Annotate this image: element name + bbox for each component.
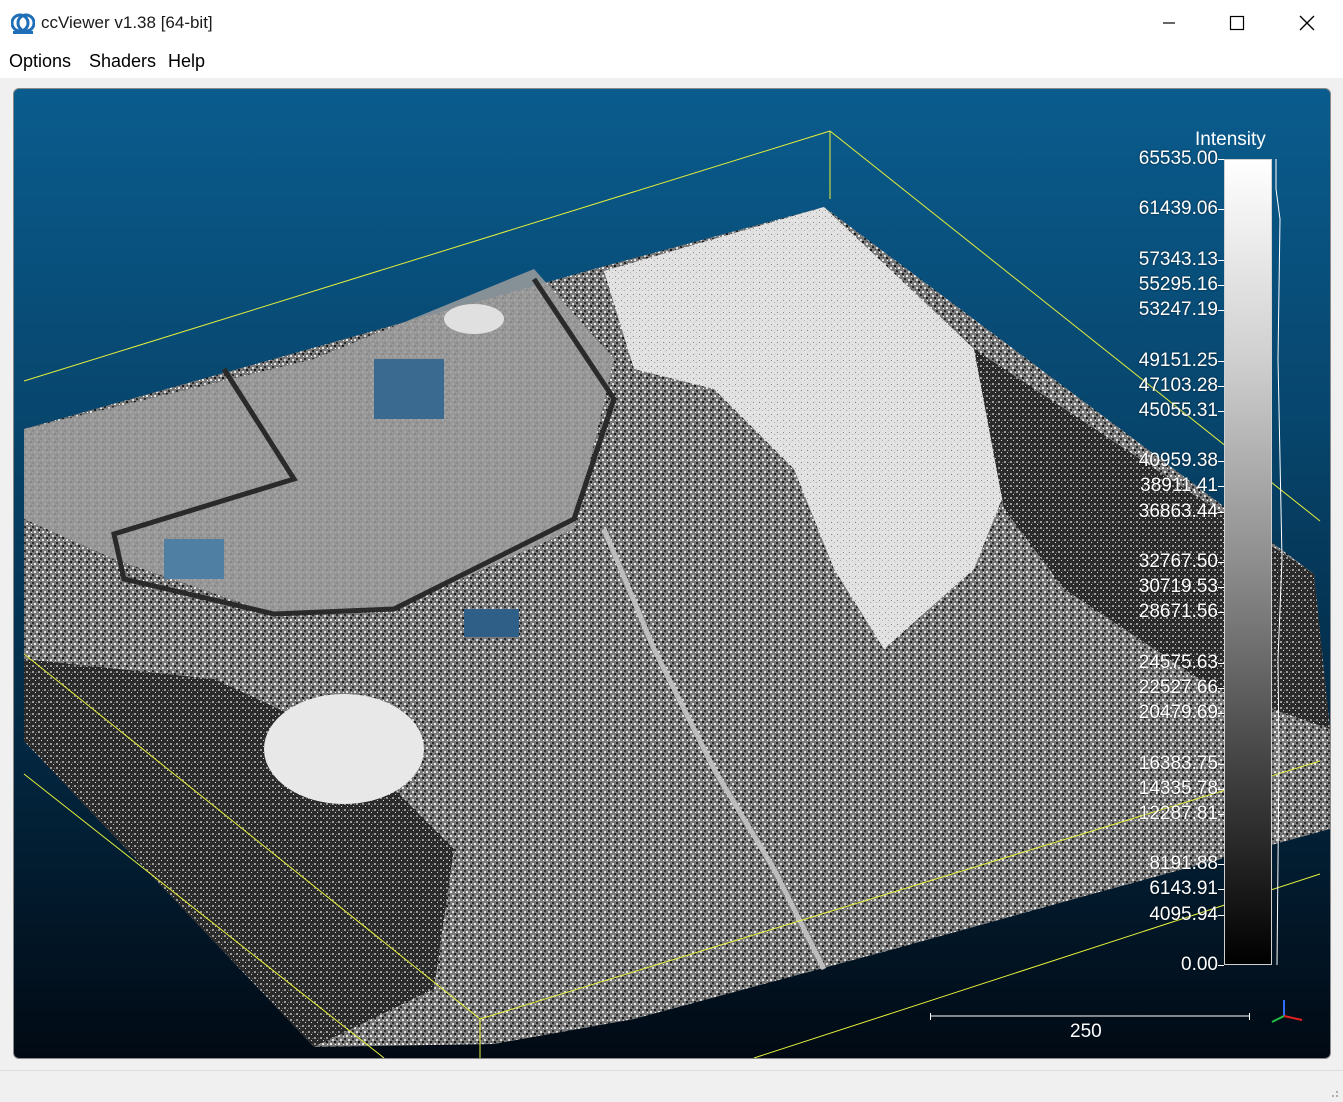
colorbar-tick-label: 38911.41 (1140, 475, 1218, 497)
colorbar-tick-label: 40959.38 (1138, 450, 1218, 472)
menu-bar: Options Shaders Help (0, 46, 1343, 78)
minimize-button[interactable] (1134, 0, 1204, 46)
colorbar-tick-mark (1218, 813, 1224, 815)
menu-help[interactable]: Help (168, 51, 205, 72)
colorbar-tick-label: 24575.63 (1138, 651, 1218, 673)
colorbar-tick-mark (1218, 562, 1224, 563)
colorbar-tick-mark (1218, 209, 1224, 211)
main-building (374, 359, 444, 419)
status-bar (0, 1070, 1343, 1102)
menu-shaders[interactable]: Shaders (89, 51, 156, 72)
colorbar-tick-label: 12287.81 (1138, 802, 1218, 824)
colorbar-tick-label: 55295.16 (1138, 273, 1218, 295)
menu-options[interactable]: Options (9, 51, 71, 72)
title-bar: ccViewer v1.38 [64-bit] (0, 0, 1343, 47)
colorbar-tick-mark (1218, 259, 1224, 261)
point-cloud-scene[interactable] (14, 89, 1330, 1058)
clearing (264, 694, 424, 804)
colorbar-tick-mark (1218, 763, 1224, 765)
colorbar-tick-mark (1218, 965, 1224, 966)
colorbar-tick-label: 65535.00 (1138, 148, 1218, 169)
colorbar-tick-mark (1218, 486, 1224, 488)
close-icon (1299, 15, 1315, 31)
resize-grip-icon[interactable] (1327, 1086, 1339, 1098)
colorbar-tick-label: 36863.44 (1138, 500, 1218, 522)
colorbar-tick-mark (1218, 587, 1224, 589)
colorbar-tick-mark (1218, 889, 1224, 891)
colorbar-tick-label: 45055.31 (1138, 399, 1218, 421)
colorbar-tick-label: 30719.53 (1138, 576, 1218, 598)
maximize-icon (1229, 15, 1245, 31)
colorbar-tick-label: 16383.75 (1138, 752, 1218, 774)
maximize-button[interactable] (1202, 0, 1272, 46)
colorbar-tick-mark (1218, 788, 1224, 790)
intensity-color-bar (1224, 159, 1272, 965)
colorbar-tick-label: 53247.19 (1138, 299, 1218, 321)
colorbar-tick-label: 20479.69 (1138, 702, 1218, 724)
intensity-histogram (1275, 159, 1283, 965)
colorbar-tick-label: 47103.28 (1138, 374, 1218, 396)
colorbar-tick-mark (1218, 385, 1224, 387)
ccviewer-app-icon (11, 13, 35, 34)
colorbar-tick-label: 32767.50 (1138, 551, 1218, 572)
parking-lot (464, 609, 519, 637)
colorbar-tick-label: 49151.25 (1138, 349, 1218, 371)
colorbar-tick-label: 57343.13 (1138, 248, 1218, 270)
tank (444, 304, 504, 334)
colorbar-tick-label: 6143.91 (1149, 878, 1218, 900)
colorbar-tick-mark (1218, 284, 1224, 286)
colorbar-tick-mark (1218, 410, 1224, 412)
scale-bar-label: 250 (1070, 1021, 1102, 1042)
colorbar-tick-mark (1218, 713, 1224, 715)
colorbar-tick-mark (1218, 310, 1224, 312)
colorbar-tick-label: 8191.88 (1149, 853, 1218, 875)
colorbar-tick-mark (1218, 461, 1224, 463)
colorbar-tick-mark (1218, 687, 1224, 689)
colorbar-tick-mark (1218, 360, 1224, 362)
colorbar-tick-mark (1218, 511, 1224, 513)
colorbar-tick-label: 22527.66 (1138, 676, 1218, 698)
colorbar-tick-label: 61439.06 (1138, 198, 1218, 220)
colorbar-tick-label: 14335.78 (1138, 777, 1218, 799)
colorbar-tick-label: 0.00 (1181, 954, 1218, 975)
colorbar-tick-mark (1218, 612, 1224, 614)
colorbar-tick-mark (1218, 864, 1224, 866)
colorbar-tick-label: 28671.56 (1138, 601, 1218, 623)
colorbar-tick-mark (1218, 662, 1224, 664)
close-button[interactable] (1272, 0, 1342, 46)
axis-trihedron-icon (1271, 1000, 1303, 1023)
colorbar-tick-mark (1218, 159, 1224, 160)
3d-viewport[interactable]: Intensity 65535.00 61439.06 57343.13 55295.… (13, 88, 1331, 1059)
colorbar-tick-mark (1218, 914, 1224, 916)
window-title: ccViewer v1.38 [64-bit] (41, 13, 213, 32)
minimize-icon (1163, 22, 1175, 24)
colorbar-tick-label: 4095.94 (1149, 903, 1218, 925)
building-block (164, 539, 224, 579)
